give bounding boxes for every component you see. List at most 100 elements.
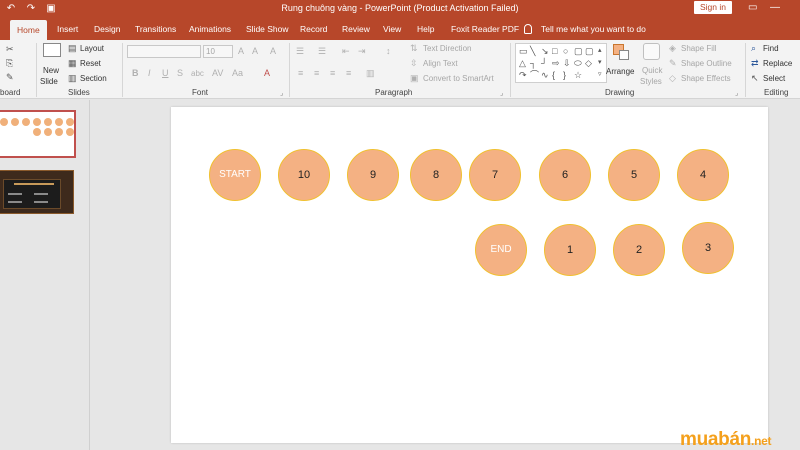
bold-icon[interactable]: B	[132, 68, 139, 79]
clear-formatting-icon[interactable]: A	[270, 46, 276, 57]
minimize-icon[interactable]: —	[770, 1, 780, 15]
brace-open-shape-icon[interactable]: {	[552, 70, 555, 80]
copy-icon[interactable]: ⎘	[6, 58, 13, 69]
ribbon-display-options-icon[interactable]: ▭	[748, 1, 757, 15]
increase-font-size-icon[interactable]: A	[238, 46, 244, 57]
align-right-icon[interactable]: ≡	[330, 68, 335, 79]
drawing-dialog-launcher-icon[interactable]: ⌟	[735, 89, 738, 97]
circle-9[interactable]: 9	[347, 149, 399, 201]
circle-end[interactable]: END	[475, 224, 527, 276]
sign-in-button[interactable]: Sign in	[694, 1, 732, 14]
shape-effects-button[interactable]: Shape Effects	[681, 73, 731, 84]
decrease-indent-icon[interactable]: ⇤	[342, 46, 350, 57]
wave-shape-icon[interactable]: ∿	[541, 70, 549, 80]
layout-button[interactable]: Layout	[80, 43, 104, 54]
circle-7[interactable]: 7	[469, 149, 521, 201]
tab-transitions[interactable]: Transitions	[135, 22, 176, 36]
select-button[interactable]: Select	[763, 73, 785, 84]
format-painter-icon[interactable]: ✎	[6, 72, 14, 83]
rounded-rectangle-alt-shape-icon[interactable]: ▢	[585, 46, 594, 56]
font-name-select[interactable]	[127, 45, 201, 58]
slide-thumbnail-1[interactable]	[0, 110, 76, 158]
pentagon-arrow-shape-icon[interactable]: ⇩	[563, 58, 571, 68]
tab-foxit-reader-pdf[interactable]: Foxit Reader PDF	[451, 22, 519, 36]
brace-close-shape-icon[interactable]: }	[563, 70, 566, 80]
tab-slide-show[interactable]: Slide Show	[246, 22, 289, 36]
slide-thumbnail-pane[interactable]	[0, 100, 90, 450]
line-spacing-icon[interactable]: ↕	[386, 46, 391, 57]
bullets-icon[interactable]: ☰	[296, 46, 304, 57]
strikethrough-icon[interactable]: abc	[191, 68, 204, 79]
tab-view[interactable]: View	[383, 22, 401, 36]
triangle-shape-icon[interactable]: △	[519, 58, 526, 68]
new-slide-button[interactable]: New Slide	[40, 43, 64, 87]
circle-3[interactable]: 3	[682, 222, 734, 274]
shape-outline-button[interactable]: Shape Outline	[681, 58, 732, 69]
align-text-button[interactable]: Align Text	[423, 58, 458, 69]
text-box-shape-icon[interactable]: ▭	[519, 46, 528, 56]
curve-arrow-shape-icon[interactable]: ↷	[519, 70, 527, 80]
font-color-icon[interactable]: A	[264, 68, 270, 79]
star-shape-icon[interactable]: ☆	[574, 70, 582, 80]
oval-shape-icon[interactable]: ○	[563, 46, 568, 56]
font-size-select[interactable]: 10	[203, 45, 233, 58]
align-left-icon[interactable]: ≡	[298, 68, 303, 79]
increase-indent-icon[interactable]: ⇥	[358, 46, 366, 57]
arc-shape-icon[interactable]: ⌒	[530, 70, 539, 80]
find-button[interactable]: Find	[763, 43, 779, 54]
right-arrow-shape-icon[interactable]: ⇨	[552, 58, 560, 68]
section-button[interactable]: Section	[80, 73, 107, 84]
circle-6[interactable]: 6	[539, 149, 591, 201]
italic-icon[interactable]: I	[148, 68, 151, 79]
tab-animations[interactable]: Animations	[189, 22, 231, 36]
numbering-icon[interactable]: ☰	[318, 46, 326, 57]
circle-2[interactable]: 2	[613, 224, 665, 276]
cut-icon[interactable]: ✂	[6, 44, 14, 55]
replace-button[interactable]: Replace	[763, 58, 792, 69]
paragraph-dialog-launcher-icon[interactable]: ⌟	[500, 89, 503, 97]
arrange-button[interactable]: Arrange	[606, 43, 636, 87]
tell-me-search[interactable]: Tell me what you want to do	[524, 22, 646, 36]
text-shadow-icon[interactable]: S	[177, 68, 183, 79]
watermark-logo: muabán.net	[680, 430, 771, 450]
line-shape-icon[interactable]: ╲	[530, 46, 535, 56]
rectangle-shape-icon[interactable]: □	[552, 46, 557, 56]
circle-5[interactable]: 5	[608, 149, 660, 201]
convert-smartart-button[interactable]: Convert to SmartArt	[423, 73, 494, 84]
tab-insert[interactable]: Insert	[57, 22, 78, 36]
circle-start[interactable]: START	[209, 149, 261, 201]
tab-help[interactable]: Help	[417, 22, 434, 36]
decrease-font-size-icon[interactable]: A	[252, 46, 258, 57]
tab-design[interactable]: Design	[94, 22, 120, 36]
gallery-down-icon[interactable]: ▾	[598, 58, 602, 68]
shape-fill-button[interactable]: Shape Fill	[681, 43, 717, 54]
character-spacing-icon[interactable]: AV	[212, 68, 223, 79]
font-dialog-launcher-icon[interactable]: ⌟	[280, 89, 283, 97]
gallery-more-icon[interactable]: ▿	[598, 70, 602, 80]
change-case-icon[interactable]: Aa	[232, 68, 243, 79]
elbow-arrow-shape-icon[interactable]: ┘	[541, 58, 547, 68]
tab-review[interactable]: Review	[342, 22, 370, 36]
circle-1[interactable]: 1	[544, 224, 596, 276]
circle-4[interactable]: 4	[677, 149, 729, 201]
text-direction-button[interactable]: Text Direction	[423, 43, 471, 54]
elbow-connector-shape-icon[interactable]: ┐	[530, 58, 536, 68]
reset-button[interactable]: Reset	[80, 58, 101, 69]
circle-10[interactable]: 10	[278, 149, 330, 201]
gallery-up-icon[interactable]: ▴	[598, 46, 602, 56]
arrow-shape-icon[interactable]: ↘	[541, 46, 549, 56]
rounded-rectangle-shape-icon[interactable]: ▢	[574, 46, 583, 56]
underline-icon[interactable]: U	[162, 68, 169, 79]
slide-thumbnail-2[interactable]	[0, 170, 74, 214]
quick-styles-button[interactable]: Quick Styles	[638, 43, 666, 87]
justify-icon[interactable]: ≡	[346, 68, 351, 79]
flowchart-shape-icon[interactable]: ◇	[585, 58, 592, 68]
can-shape-icon[interactable]: ⬭	[574, 58, 582, 68]
shapes-gallery[interactable]: ▭ ╲ ↘ □ ○ ▢ ▢ △ ┐ ┘ ⇨ ⇩ ⬭ ◇ ↷ ⌒ ∿ { } ☆ …	[515, 43, 607, 83]
slide-canvas[interactable]: START 10 9 8 7 6 5 4 END 1 2 3	[171, 107, 768, 443]
tab-record[interactable]: Record	[300, 22, 327, 36]
columns-icon[interactable]: ▥	[366, 68, 375, 79]
align-center-icon[interactable]: ≡	[314, 68, 319, 79]
circle-8[interactable]: 8	[410, 149, 462, 201]
tab-home[interactable]: Home	[10, 20, 47, 40]
